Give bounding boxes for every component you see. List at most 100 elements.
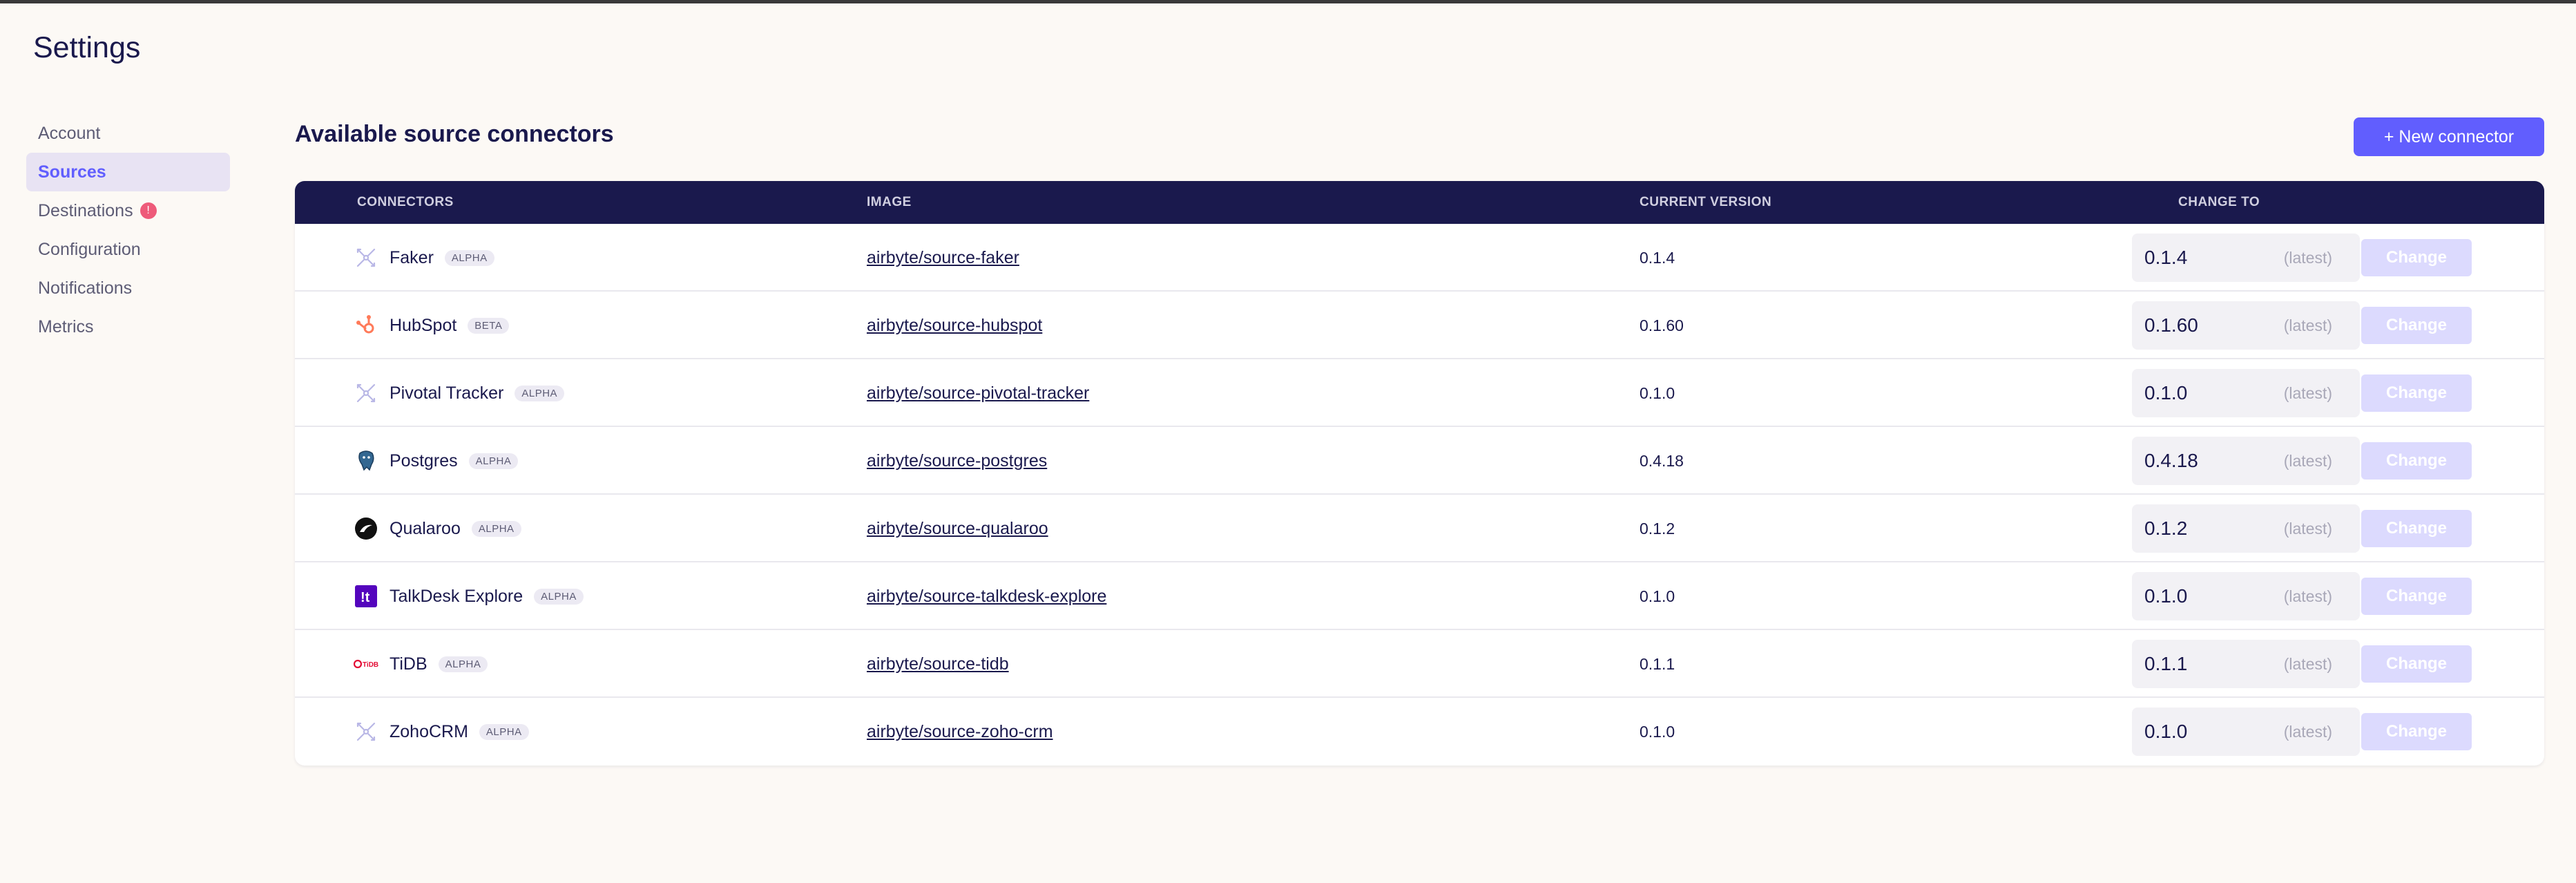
connector-name: Pivotal Tracker bbox=[390, 383, 504, 403]
image-link[interactable]: airbyte/source-postgres bbox=[867, 451, 1047, 471]
image-link[interactable]: airbyte/source-hubspot bbox=[867, 316, 1042, 336]
image-cell: airbyte/source-talkdesk-explore bbox=[867, 562, 1106, 630]
release-stage-tag: ALPHA bbox=[444, 249, 494, 266]
current-version: 0.1.0 bbox=[1640, 722, 1675, 741]
current-version-cell: 0.1.1 bbox=[1640, 630, 1675, 698]
sidebar-item-label: Account bbox=[38, 123, 101, 143]
alert-badge: ! bbox=[140, 202, 157, 219]
postgres-icon bbox=[354, 448, 378, 473]
release-stage-tag: BETA bbox=[468, 317, 510, 334]
image-link[interactable]: airbyte/source-pivotal-tracker bbox=[867, 383, 1089, 403]
image-cell: airbyte/source-faker bbox=[867, 224, 1019, 292]
version-input-value: 0.1.0 bbox=[2144, 382, 2188, 403]
sidebar-item-account[interactable]: Account bbox=[26, 114, 230, 153]
connector-name: Qualaroo bbox=[390, 518, 461, 538]
latest-label: (latest) bbox=[2283, 383, 2332, 402]
connector-name: HubSpot bbox=[390, 315, 457, 335]
sidebar-item-label: Destinations bbox=[38, 200, 133, 220]
version-input-value: 0.1.4 bbox=[2144, 247, 2188, 268]
connector-name: Postgres bbox=[390, 450, 458, 471]
change-button[interactable]: Change bbox=[2361, 713, 2472, 750]
table-row: Qualaroo ALPHA airbyte/source-qualaroo 0… bbox=[295, 495, 2544, 562]
svg-text:!t: !t bbox=[361, 590, 370, 605]
table-body: Faker ALPHA airbyte/source-faker 0.1.4 0… bbox=[295, 224, 2544, 766]
change-button[interactable]: Change bbox=[2361, 442, 2472, 480]
column-header-change-to: CHANGE TO bbox=[2178, 195, 2260, 209]
connector-name: ZohoCRM bbox=[390, 721, 468, 741]
current-version-cell: 0.1.0 bbox=[1640, 359, 1675, 427]
svg-text:TiDB: TiDB bbox=[363, 661, 378, 669]
connector-cell: Qualaroo ALPHA bbox=[354, 495, 521, 562]
version-input-value: 0.1.1 bbox=[2144, 653, 2188, 674]
change-to-cell: 0.1.0 (latest) Change bbox=[2132, 698, 2472, 766]
hubspot-icon bbox=[354, 313, 378, 338]
current-version-cell: 0.4.18 bbox=[1640, 427, 1684, 495]
change-button[interactable]: Change bbox=[2361, 374, 2472, 412]
connector-name: Faker bbox=[390, 247, 434, 267]
release-stage-tag: ALPHA bbox=[534, 588, 584, 605]
latest-label: (latest) bbox=[2283, 587, 2332, 605]
image-cell: airbyte/source-zoho-crm bbox=[867, 698, 1053, 766]
version-input[interactable]: 0.1.0 (latest) bbox=[2132, 369, 2360, 417]
qualaroo-icon bbox=[354, 516, 378, 541]
image-link[interactable]: airbyte/source-faker bbox=[867, 248, 1019, 268]
version-input[interactable]: 0.1.2 (latest) bbox=[2132, 504, 2360, 553]
table-row: HubSpot BETA airbyte/source-hubspot 0.1.… bbox=[295, 292, 2544, 359]
version-input[interactable]: 0.1.1 (latest) bbox=[2132, 640, 2360, 688]
sidebar-item-notifications[interactable]: Notifications bbox=[26, 269, 230, 307]
image-link[interactable]: airbyte/source-talkdesk-explore bbox=[867, 587, 1106, 607]
current-version-cell: 0.1.2 bbox=[1640, 495, 1675, 562]
release-stage-tag: ALPHA bbox=[515, 385, 565, 401]
sidebar-item-label: Sources bbox=[38, 162, 106, 182]
latest-label: (latest) bbox=[2283, 451, 2332, 470]
change-button[interactable]: Change bbox=[2361, 307, 2472, 344]
table-row: !t TalkDesk Explore ALPHA airbyte/source… bbox=[295, 562, 2544, 630]
change-button[interactable]: Change bbox=[2361, 645, 2472, 683]
tidb-icon: TiDB bbox=[354, 652, 378, 676]
connector-name: TiDB bbox=[390, 654, 427, 674]
current-version-cell: 0.1.4 bbox=[1640, 224, 1675, 292]
change-button[interactable]: Change bbox=[2361, 510, 2472, 547]
image-link[interactable]: airbyte/source-tidb bbox=[867, 654, 1009, 674]
page-title: Settings bbox=[33, 31, 141, 64]
image-link[interactable]: airbyte/source-zoho-crm bbox=[867, 722, 1053, 742]
sidebar-item-sources[interactable]: Sources bbox=[26, 153, 230, 191]
default-connector-icon bbox=[354, 245, 378, 270]
change-to-cell: 0.1.0 (latest) Change bbox=[2132, 562, 2472, 630]
latest-label: (latest) bbox=[2283, 316, 2332, 334]
current-version: 0.1.0 bbox=[1640, 383, 1675, 402]
connector-cell: !t TalkDesk Explore ALPHA bbox=[354, 562, 584, 630]
latest-label: (latest) bbox=[2283, 519, 2332, 538]
current-version-cell: 0.1.0 bbox=[1640, 562, 1675, 630]
column-header-image: IMAGE bbox=[867, 195, 912, 209]
version-input[interactable]: 0.1.0 (latest) bbox=[2132, 572, 2360, 620]
connector-cell: HubSpot BETA bbox=[354, 292, 510, 359]
current-version: 0.4.18 bbox=[1640, 451, 1684, 470]
sidebar-item-configuration[interactable]: Configuration bbox=[26, 230, 230, 269]
new-connector-button[interactable]: + New connector bbox=[2354, 117, 2544, 156]
latest-label: (latest) bbox=[2283, 654, 2332, 673]
table-row: TiDB TiDB ALPHA airbyte/source-tidb 0.1.… bbox=[295, 630, 2544, 698]
version-input-value: 0.1.0 bbox=[2144, 721, 2188, 742]
version-input[interactable]: 0.1.0 (latest) bbox=[2132, 708, 2360, 756]
sidebar: Account Sources Destinations! Configurat… bbox=[26, 114, 230, 346]
change-to-cell: 0.1.2 (latest) Change bbox=[2132, 495, 2472, 562]
connector-cell: Faker ALPHA bbox=[354, 224, 494, 292]
version-input[interactable]: 0.4.18 (latest) bbox=[2132, 437, 2360, 485]
sidebar-item-destinations[interactable]: Destinations! bbox=[26, 191, 230, 230]
change-button[interactable]: Change bbox=[2361, 239, 2472, 276]
section-title: Available source connectors bbox=[295, 121, 614, 147]
version-input-value: 0.1.60 bbox=[2144, 314, 2198, 336]
connector-cell: Postgres ALPHA bbox=[354, 427, 519, 495]
change-button[interactable]: Change bbox=[2361, 578, 2472, 615]
table-row: Postgres ALPHA airbyte/source-postgres 0… bbox=[295, 427, 2544, 495]
image-link[interactable]: airbyte/source-qualaroo bbox=[867, 519, 1048, 539]
image-cell: airbyte/source-tidb bbox=[867, 630, 1009, 698]
version-input[interactable]: 0.1.60 (latest) bbox=[2132, 301, 2360, 350]
version-input[interactable]: 0.1.4 (latest) bbox=[2132, 234, 2360, 282]
version-input-value: 0.1.0 bbox=[2144, 585, 2188, 607]
change-to-cell: 0.1.0 (latest) Change bbox=[2132, 359, 2472, 427]
sidebar-item-metrics[interactable]: Metrics bbox=[26, 307, 230, 346]
table-row: Pivotal Tracker ALPHA airbyte/source-piv… bbox=[295, 359, 2544, 427]
column-header-current-version: CURRENT VERSION bbox=[1640, 195, 1772, 209]
